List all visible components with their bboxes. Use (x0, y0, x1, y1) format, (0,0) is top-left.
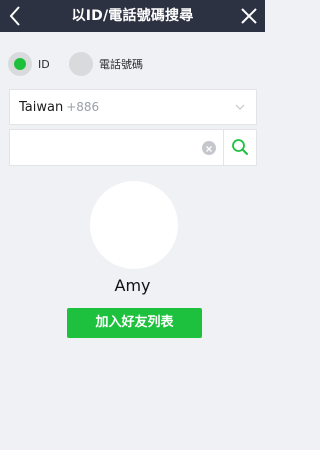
clear-icon[interactable] (202, 141, 216, 155)
radio-button-unselected[interactable] (69, 52, 93, 76)
page-title: 以ID/電話號碼搜尋 (71, 8, 194, 24)
add-friend-button[interactable]: 加入好友列表 (67, 308, 202, 338)
radio-button-selected[interactable] (8, 52, 32, 76)
search-icon[interactable] (224, 130, 256, 165)
search-type-selector: ID 電話號碼 (0, 50, 265, 78)
search-input[interactable] (16, 136, 202, 161)
radio-phone-number-label: 電話號碼 (99, 58, 143, 71)
country-selector[interactable]: Taiwan +886 (9, 89, 257, 125)
country-code: +886 (66, 100, 100, 114)
clear-x-glyph (206, 146, 212, 152)
radio-selected-dot (14, 58, 26, 70)
avatar (90, 181, 178, 269)
search-box (9, 129, 257, 166)
country-name: Taiwan (19, 100, 64, 115)
result-user-name: Amy (114, 276, 151, 295)
chevron-down-icon (235, 104, 245, 110)
country-text: Taiwan +886 (19, 90, 99, 125)
close-icon[interactable] (237, 4, 261, 28)
radio-id[interactable]: ID (8, 52, 50, 76)
navigation-bar: 以ID/電話號碼搜尋 (0, 0, 265, 32)
radio-id-label: ID (38, 57, 50, 71)
radio-phone-number[interactable]: 電話號碼 (69, 52, 143, 76)
